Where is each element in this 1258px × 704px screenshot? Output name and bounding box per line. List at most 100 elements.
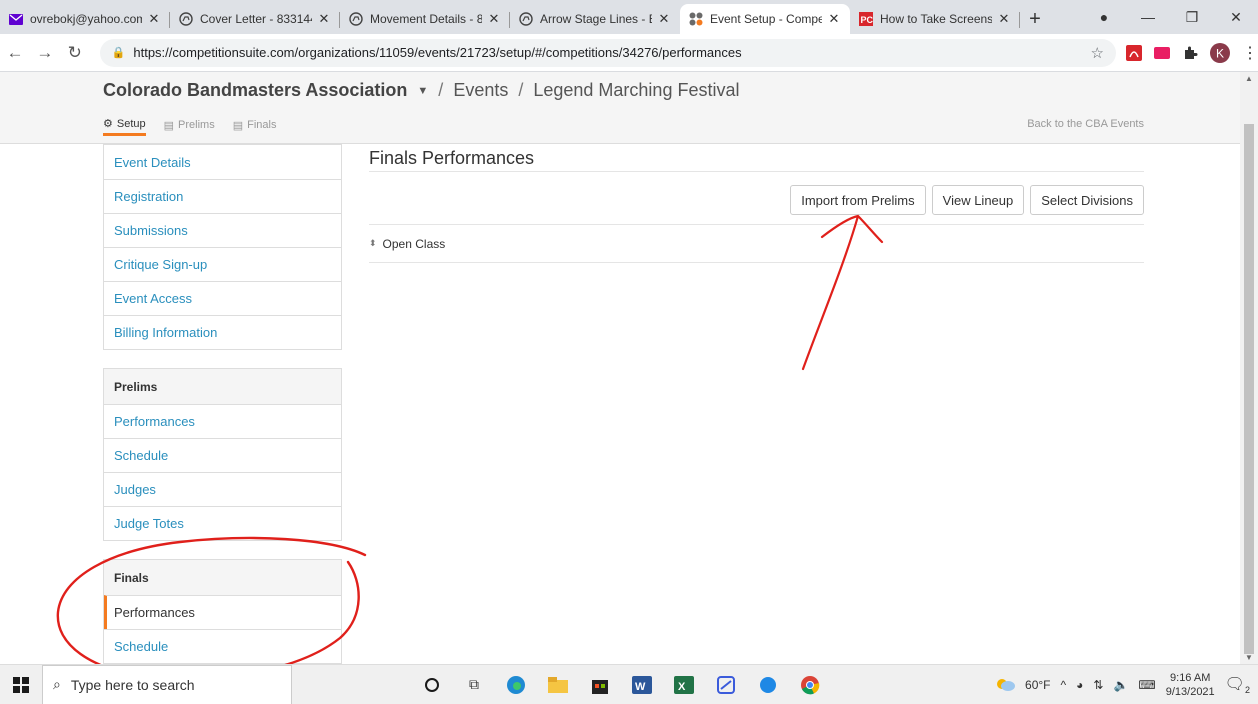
finals-panel: Finals Performances Schedule [103,559,342,664]
close-window-icon[interactable]: ✕ [1214,9,1258,26]
tab-close-icon[interactable]: ✕ [316,11,332,27]
tab-close-icon[interactable]: ✕ [996,11,1012,27]
url-text[interactable]: https://competitionsuite.com/organizatio… [133,45,1090,60]
breadcrumb-separator: / [518,80,524,100]
tab-title: Movement Details - 83 [370,12,482,26]
tab-cover-letter[interactable]: Cover Letter - 833144 ✕ [170,4,340,34]
select-divisions-button[interactable]: Select Divisions [1030,185,1144,215]
sidebar-item-prelims-judges[interactable]: Judges [104,472,341,506]
puzzle-extensions-icon[interactable] [1182,45,1198,61]
pdf-extension-icon[interactable] [1126,44,1142,61]
division-label: Open Class [382,236,446,251]
sidebar-item-event-details[interactable]: Event Details [104,145,341,179]
pc-icon: PC [858,11,874,27]
store-icon[interactable] [590,675,610,695]
tab-finals[interactable]: ▤ Finals [233,114,277,136]
tray-chevron-icon[interactable]: ^ [1061,678,1067,692]
tab-close-icon[interactable]: ✕ [486,11,502,27]
file-explorer-icon[interactable] [548,675,568,695]
scroll-up-icon[interactable]: ▲ [1240,74,1258,83]
finals-header: Finals [104,560,341,595]
sort-icon[interactable]: ⬍ [369,238,377,249]
sidebar-item-prelims-performances[interactable]: Performances [104,404,341,438]
reload-icon[interactable]: ↻ [60,43,90,63]
tab-setup-label: Setup [116,117,146,130]
search-icon: ⌕ [53,676,61,692]
tab-how-to-screenshot[interactable]: PC How to Take Screensh ✕ [850,4,1020,34]
edge-icon[interactable] [506,675,526,695]
windows-start-icon[interactable] [0,676,42,693]
back-arrow-icon[interactable]: ← [0,43,30,63]
excel-icon[interactable]: X [674,675,694,695]
word-icon[interactable]: W [632,675,652,695]
org-dropdown-caret-icon[interactable]: ▼ [417,85,428,97]
volume-icon[interactable]: 🔈 [1113,678,1128,692]
sidebar-item-prelims-judge-totes[interactable]: Judge Totes [104,506,341,540]
sidebar-item-billing[interactable]: Billing Information [104,315,341,349]
cortana-icon[interactable] [422,675,442,695]
sidebar-item-event-access[interactable]: Event Access [104,281,341,315]
chrome-icon[interactable] [800,675,820,695]
breadcrumb-event-name: Legend Marching Festival [533,80,740,100]
page-scrollbar[interactable]: ▲ ▼ [1240,72,1258,664]
new-tab-button[interactable]: + [1020,4,1050,34]
taskbar-search[interactable]: ⌕ Type here to search [42,664,292,704]
minimize-icon[interactable]: — [1126,9,1170,25]
tab-close-icon[interactable]: ✕ [826,11,842,27]
tab-title: Arrow Stage Lines - Bo [540,12,652,26]
globe-icon [348,11,364,27]
competitionsuite-icon [688,11,704,27]
back-to-events-link[interactable]: Back to the CBA Events [1027,118,1144,130]
action-toolbar: Import from Prelims View Lineup Select D… [369,172,1144,225]
safari-compass-icon[interactable] [758,675,778,695]
tab-arrow-stage-lines[interactable]: Arrow Stage Lines - Bo ✕ [510,4,680,34]
sidebar-item-prelims-schedule[interactable]: Schedule [104,438,341,472]
tab-prelims[interactable]: ▤ Prelims [164,114,215,136]
bookmark-star-icon[interactable]: ☆ [1091,44,1104,62]
sidebar-item-critique-signup[interactable]: Critique Sign-up [104,247,341,281]
breadcrumb-events-link[interactable]: Events [453,80,508,101]
tab-yahoo-mail[interactable]: ovrebokj@yahoo.com ✕ [0,4,170,34]
tab-event-setup[interactable]: Event Setup - Compet ✕ [680,4,850,34]
org-name[interactable]: Colorado Bandmasters Association [103,80,407,101]
url-bar[interactable]: 🔒 https://competitionsuite.com/organizat… [99,38,1116,67]
division-row[interactable]: ⬍ Open Class [369,225,1144,263]
network-icon[interactable]: ⇅ [1093,678,1103,692]
lock-icon[interactable]: 🔒 [112,46,126,59]
keyboard-icon[interactable]: ⌨ [1138,678,1155,692]
weather-icon[interactable] [995,677,1016,694]
tab-finals-label: Finals [247,119,277,131]
system-clock[interactable]: 9:16 AM 9/13/2021 [1166,671,1215,699]
tab-title: ovrebokj@yahoo.com [30,12,142,26]
profile-avatar[interactable]: K [1210,42,1230,63]
svg-text:PC: PC [861,15,874,25]
tab-title: Event Setup - Compet [710,12,822,26]
tab-search-icon[interactable]: ● [1082,9,1126,25]
tab-title: How to Take Screensh [880,12,992,26]
forward-arrow-icon[interactable]: → [30,43,60,63]
whiteboard-icon[interactable] [716,675,736,695]
sidebar-item-registration[interactable]: Registration [104,179,341,213]
weather-temp[interactable]: 60°F [1025,678,1050,692]
import-from-prelims-button[interactable]: Import from Prelims [790,185,926,215]
scroll-down-icon[interactable]: ▼ [1240,653,1258,662]
tab-setup[interactable]: ⚙ Setup [103,114,146,136]
tab-close-icon[interactable]: ✕ [656,11,672,27]
scrollbar-thumb[interactable] [1244,124,1254,654]
tab-movement-details[interactable]: Movement Details - 83 ✕ [340,4,510,34]
sidebar-item-finals-schedule[interactable]: Schedule [104,629,341,663]
prelims-panel: Prelims Performances Schedule Judges Jud… [103,368,342,541]
sidebar-item-finals-performances[interactable]: Performances [104,595,341,629]
task-view-icon[interactable]: ⧉ [464,675,484,695]
clock-time: 9:16 AM [1170,672,1211,684]
restore-icon[interactable]: ❐ [1170,9,1214,26]
sidebar-item-submissions[interactable]: Submissions [104,213,341,247]
notification-center-icon[interactable]: 🗨2 [1225,674,1250,695]
norton-icon[interactable]: ◕ [1076,678,1083,692]
tab-close-icon[interactable]: ✕ [146,11,162,27]
browser-menu-icon[interactable]: ⋮ [1242,43,1258,63]
taskbar-apps: ⧉ W X [422,675,820,695]
web-page: Colorado Bandmasters Association ▼ / Eve… [0,72,1240,664]
grammar-extension-icon[interactable] [1154,46,1170,59]
view-lineup-button[interactable]: View Lineup [931,185,1025,215]
